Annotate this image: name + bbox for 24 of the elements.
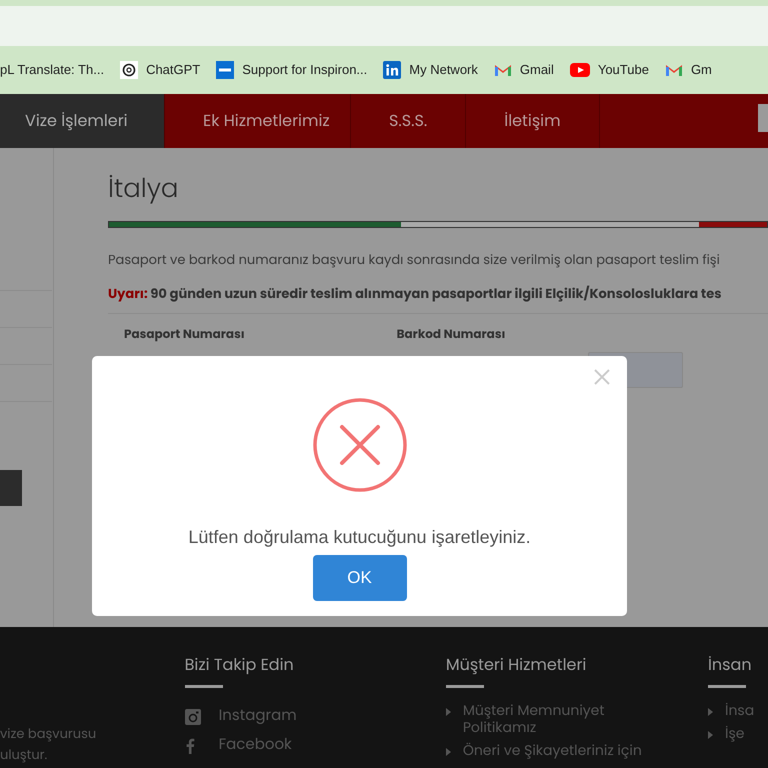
footer-text: vize başvurusu xyxy=(0,723,98,744)
footer-heading: İnsan xyxy=(708,653,753,677)
warning-label: Uyarı: xyxy=(108,284,148,302)
bookmark-link[interactable]: ChatGPT xyxy=(146,60,200,80)
nav-tab[interactable]: Ek Hizmetlerimiz xyxy=(165,94,351,148)
bookmark-link[interactable]: My Network xyxy=(409,60,478,80)
dialog-message: Lütfen doğrulama kutucuğunu işaretleyiniz. xyxy=(188,526,531,549)
nav-tab[interactable]: İletişim xyxy=(466,94,600,148)
nav-tab[interactable]: S.S.S. xyxy=(351,94,466,148)
footer-text: uluştur. xyxy=(0,744,48,765)
bookmark-link[interactable]: Gmail xyxy=(520,60,554,80)
nav-tab[interactable]: Vize İşlemleri xyxy=(0,94,165,148)
intro-text: Pasaport ve barkod numaranız başvuru kaydı sonrasında size verilmiş olan pasaport teslim fişi xyxy=(108,250,721,270)
field-label: Barkod Numarası xyxy=(396,326,506,344)
warning-text: 90 günden uzun süredir teslim alınmayan pasaportlar ilgili Elçilik/Konsolosluklara tes xyxy=(150,284,722,302)
footer-heading: Bizi Takip Edin xyxy=(184,653,295,677)
ok-button[interactable]: OK xyxy=(312,555,406,601)
bookmark-link[interactable]: YouTube xyxy=(598,60,649,80)
bookmark-link[interactable]: Support for Inspiron... xyxy=(242,60,368,80)
bookmark-link[interactable]: Gm xyxy=(690,60,712,80)
bookmark-link[interactable]: pL Translate: Th... xyxy=(0,60,104,80)
field-label: Pasaport Numarası xyxy=(124,326,245,344)
footer-heading: Müşteri Hizmetleri xyxy=(446,653,588,677)
page-title: İtalya xyxy=(108,170,180,209)
